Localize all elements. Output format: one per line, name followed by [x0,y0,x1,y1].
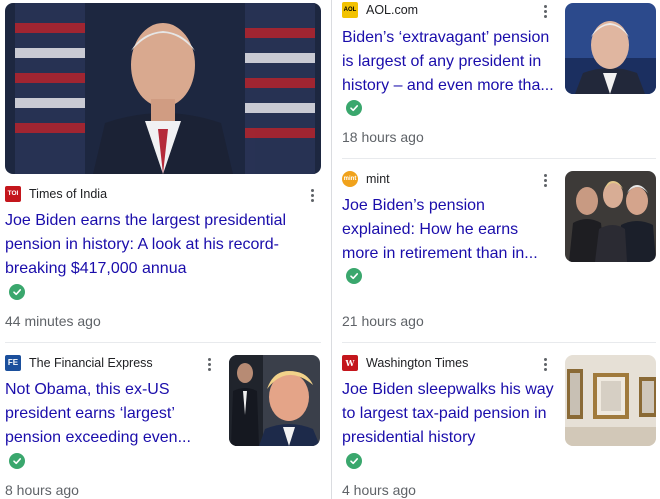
more-vert-icon[interactable] [202,356,216,372]
source-logo: FE [5,355,21,371]
source-name[interactable]: Times of India [29,187,107,201]
more-vert-icon[interactable] [538,172,552,188]
article-headline[interactable]: Joe Biden’s pension explained: How he ea… [342,194,556,266]
timestamp: 18 hours ago [342,129,424,145]
news-card[interactable]: TOI Times of India Joe Biden earns the l… [0,0,331,342]
source-logo: AOL [342,2,358,18]
timestamp: 4 hours ago [342,482,416,498]
news-card[interactable]: mint mint Joe Biden’s pension explained:… [331,158,660,342]
source-name[interactable]: Washington Times [366,356,468,370]
article-thumbnail[interactable] [565,171,656,262]
source-row: mint mint [342,171,390,187]
more-vert-icon[interactable] [538,356,552,372]
news-card[interactable]: AOL AOL.com Biden’s ‘extravagant’ pensio… [331,0,660,158]
news-card[interactable]: W Washington Times Joe Biden sleepwalks … [331,342,660,499]
source-name[interactable]: The Financial Express [29,356,153,370]
source-row: FE The Financial Express [5,355,153,371]
article-headline[interactable]: Joe Biden earns the largest presidential… [5,209,305,281]
article-headline[interactable]: Not Obama, this ex-US president earns ‘l… [5,378,219,450]
check-circle-icon [9,453,25,469]
source-logo: TOI [5,186,21,202]
source-row: AOL AOL.com [342,2,418,18]
article-thumbnail[interactable] [5,3,321,174]
more-vert-icon[interactable] [305,187,319,203]
timestamp: 21 hours ago [342,313,424,329]
article-headline[interactable]: Biden’s ‘extravagant’ pension is largest… [342,26,556,98]
check-circle-icon [346,100,362,116]
source-logo: W [342,355,358,371]
more-vert-icon[interactable] [538,3,552,19]
source-row: TOI Times of India [5,186,107,202]
article-headline[interactable]: Joe Biden sleepwalks his way to largest … [342,378,560,450]
article-thumbnail[interactable] [565,355,656,446]
source-row: W Washington Times [342,355,468,371]
check-circle-icon [9,284,25,300]
timestamp: 8 hours ago [5,482,79,498]
news-card[interactable]: FE The Financial Express Not Obama, this… [0,342,331,499]
timestamp: 44 minutes ago [5,313,101,329]
check-circle-icon [346,268,362,284]
source-logo: mint [342,171,358,187]
source-name[interactable]: AOL.com [366,3,418,17]
check-circle-icon [346,453,362,469]
source-name[interactable]: mint [366,172,390,186]
article-thumbnail[interactable] [565,3,656,94]
article-thumbnail[interactable] [229,355,320,446]
